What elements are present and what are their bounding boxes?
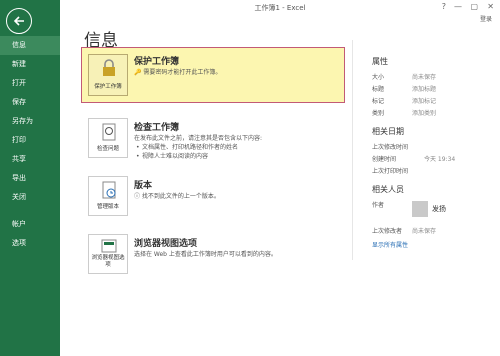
check-issues-button[interactable]: 检查问题	[88, 118, 128, 158]
nav-export[interactable]: 导出	[0, 169, 60, 188]
protect-desc-text: 需要密码才能打开此工作簿。	[143, 69, 222, 76]
nav-save[interactable]: 保存	[0, 93, 60, 112]
browser-title: 浏览器视图选项	[134, 239, 198, 249]
close-button[interactable]: ✕	[487, 2, 494, 11]
nav-info[interactable]: 信息	[0, 36, 60, 55]
inspect-bullet-2: 视障人士难以阅读的内容	[134, 152, 262, 161]
protect-desc: 🔑 需要密码才能打开此工作簿。	[134, 68, 221, 77]
browser-view-options-button[interactable]: 浏览器视图选项	[88, 234, 128, 274]
versions-card: 管理版本 版本 ⓘ 找不到此文件的上一个版本。	[82, 172, 344, 216]
prop-category-key: 类别	[372, 110, 385, 117]
browser-view-card: 浏览器视图选项 浏览器视图选项 选择在 Web 上查看此工作簿时用户可以看到的内…	[82, 230, 344, 274]
nav-save-as[interactable]: 另存为	[0, 112, 60, 131]
prop-title-value[interactable]: 添加标题	[412, 84, 436, 93]
check-issues-label: 检查问题	[96, 146, 119, 152]
protect-workbook-card: 保护工作簿 保护工作簿 🔑 需要密码才能打开此工作簿。	[81, 47, 345, 103]
nav-share[interactable]: 共享	[0, 150, 60, 169]
document-check-icon	[102, 123, 116, 141]
maximize-button[interactable]: ▢	[470, 2, 478, 11]
last-modified-by-value: 尚未保存	[412, 228, 437, 235]
inspect-workbook-card: 检查问题 检查工作簿 在发布此文件之前，请注意其是否包含以下内容: 文档属性、打…	[82, 114, 344, 161]
protect-workbook-button[interactable]: 保护工作簿	[88, 54, 128, 96]
prop-size-value: 尚未保存	[412, 74, 437, 81]
protect-workbook-label: 保护工作簿	[94, 84, 122, 90]
properties-header[interactable]: 属性	[372, 56, 388, 67]
versions-desc-text: 找不到此文件的上一个版本。	[141, 193, 220, 200]
nav-open[interactable]: 打开	[0, 74, 60, 93]
related-dates-header: 相关日期	[372, 127, 404, 136]
prop-category-value[interactable]: 添加类别	[412, 108, 436, 117]
back-button[interactable]	[6, 8, 32, 34]
key-icon: 🔑	[134, 69, 144, 76]
browser-view-label: 浏览器视图选项	[91, 255, 125, 268]
nav-close[interactable]: 关闭	[0, 188, 60, 207]
printed-key: 上次打印时间	[372, 168, 409, 175]
author-key: 作者	[372, 202, 385, 209]
protect-title: 保护工作簿	[134, 57, 180, 67]
nav-print[interactable]: 打印	[0, 131, 60, 150]
arrow-left-icon	[13, 16, 24, 26]
inspect-title: 检查工作簿	[134, 123, 180, 133]
manage-versions-label: 管理版本	[96, 204, 119, 210]
minimize-button[interactable]: —	[454, 2, 462, 11]
versions-icon	[102, 181, 116, 199]
title-bar: 工作簿1 - Excel ? — ▢ ✕	[60, 0, 500, 16]
nav-new[interactable]: 新建	[0, 55, 60, 74]
browser-view-icon	[101, 239, 117, 253]
prop-tags-value[interactable]: 添加标记	[412, 96, 436, 105]
nav-account[interactable]: 帐户	[0, 215, 60, 234]
panel-divider	[352, 40, 353, 260]
lock-icon	[103, 59, 115, 76]
versions-desc: ⓘ 找不到此文件的上一个版本。	[134, 192, 220, 201]
author-name[interactable]: 发扬	[432, 204, 446, 214]
backstage-nav: 信息 新建 打开 保存 另存为 打印 共享 导出 关闭 帐户 选项	[0, 36, 60, 253]
prop-title-key: 标题	[372, 86, 385, 93]
sign-in-link[interactable]: 登录	[480, 14, 492, 23]
window-title: 工作簿1 - Excel	[254, 4, 306, 12]
help-button[interactable]: ?	[442, 2, 446, 11]
browser-desc: 选择在 Web 上查看此工作簿时用户可以看到的内容。	[134, 251, 277, 258]
nav-gap	[0, 207, 60, 215]
created-key: 创建时间	[372, 156, 397, 163]
inspect-desc-text: 在发布此文件之前，请注意其是否包含以下内容:	[134, 135, 263, 142]
backstage-sidebar: 信息 新建 打开 保存 另存为 打印 共享 导出 关闭 帐户 选项	[0, 0, 60, 356]
inspect-desc: 在发布此文件之前，请注意其是否包含以下内容: 文档属性、打印机路径和作者的姓名 …	[134, 134, 262, 161]
avatar	[412, 201, 428, 217]
related-people-header: 相关人员	[372, 185, 404, 194]
modified-key: 上次修改时间	[372, 144, 409, 151]
info-icon: ⓘ	[134, 193, 142, 200]
show-all-properties-link[interactable]: 显示所有属性	[372, 240, 408, 249]
created-value: 今天 19:34	[424, 156, 456, 163]
inspect-bullet-1: 文档属性、打印机路径和作者的姓名	[134, 143, 262, 152]
manage-versions-button[interactable]: 管理版本	[88, 176, 128, 216]
prop-size-key: 大小	[372, 74, 385, 81]
prop-tags-key: 标记	[372, 98, 385, 105]
versions-title: 版本	[134, 181, 153, 191]
last-modified-by-key: 上次修改者	[372, 228, 403, 235]
nav-options[interactable]: 选项	[0, 234, 60, 253]
